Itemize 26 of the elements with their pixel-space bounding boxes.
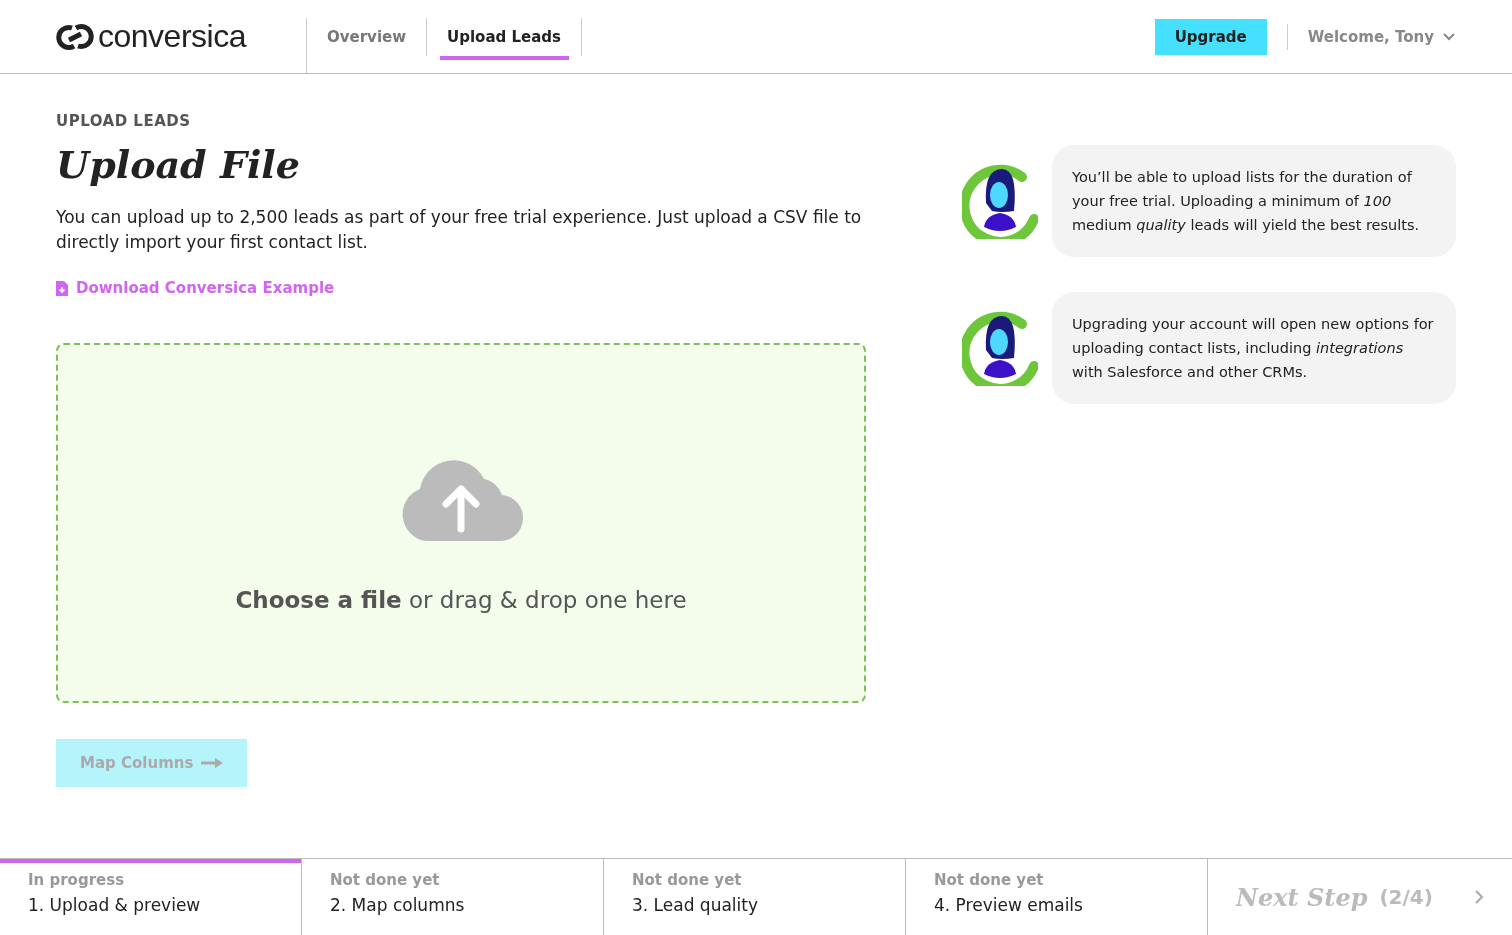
step-status: Not done yet xyxy=(934,871,1045,889)
arrow-right-icon xyxy=(201,758,224,768)
upgrade-button[interactable]: Upgrade xyxy=(1154,18,1267,55)
drop-zone-text: Choose a file or drag & drop one here xyxy=(235,587,687,613)
nav-tab[interactable]: Overview xyxy=(307,18,428,56)
step-label: 3. Lead quality xyxy=(632,895,760,915)
step-status: In progress xyxy=(28,871,126,889)
section-label: UPLOAD LEADS xyxy=(56,112,191,130)
file-drop-zone[interactable]: Choose a file or drag & drop one here xyxy=(56,343,866,703)
chevron-right-icon xyxy=(1474,889,1484,905)
download-link[interactable]: Download Conversica Example xyxy=(56,279,335,297)
step-label: 4. Preview emails xyxy=(934,895,1084,915)
description: You can upload up to 2,500 leads as part of your free trial experience. Just upload a CSV file to directly import your first contact list. xyxy=(56,206,863,254)
tip-bubble: Upgrading your account will open new options for uploading contact lists, including integrations with Salesforce and other CRMs. xyxy=(1052,292,1456,404)
user-menu[interactable]: Welcome, Tony xyxy=(1286,23,1456,50)
step-label: 2. Map columns xyxy=(330,895,466,915)
avatar-icon xyxy=(962,163,1038,239)
chevron-down-icon xyxy=(1442,31,1456,42)
logo-text: conversica xyxy=(98,18,246,55)
avatar-icon xyxy=(962,310,1038,386)
step-label: 1. Upload & preview xyxy=(28,895,202,915)
step-status: Not done yet xyxy=(330,871,441,889)
page-title: Upload File xyxy=(56,142,300,187)
file-download-icon xyxy=(56,280,68,296)
step-status: Not done yet xyxy=(632,871,743,889)
tip-bubble: You’ll be able to upload lists for the duration of your free trial. Uploading a minimum of 100 medium quality leads will yield the best results. xyxy=(1052,145,1456,257)
